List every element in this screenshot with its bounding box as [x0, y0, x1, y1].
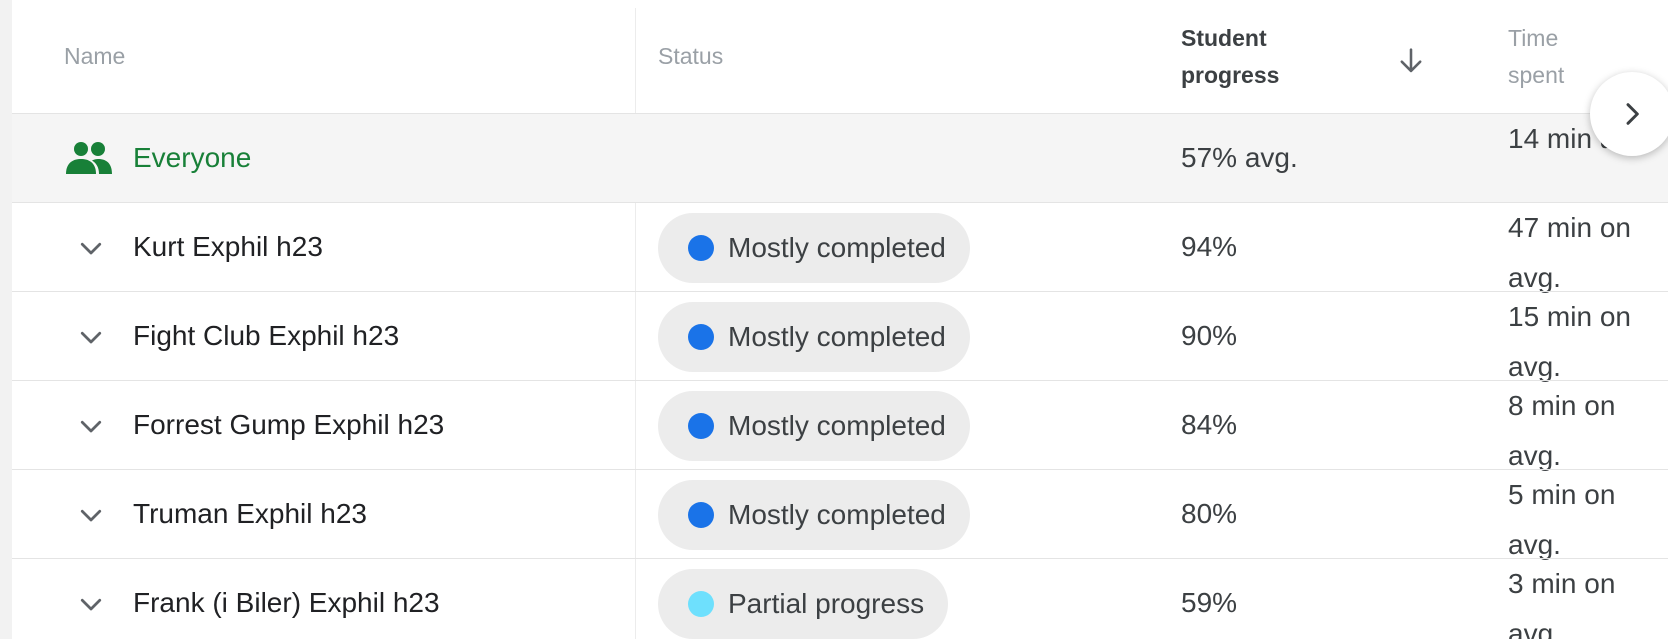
table-row[interactable]: Frank (i Biler) Exphil h23 Partial progr…	[12, 558, 1668, 639]
chevron-down-icon[interactable]	[76, 233, 106, 263]
status-label: Mostly completed	[728, 499, 946, 530]
student-progress: 90%	[1181, 320, 1238, 351]
table-header: Name Status Student progress Time spent	[12, 0, 1668, 113]
status-chip: Mostly completed	[658, 391, 970, 461]
table-row[interactable]: Forrest Gump Exphil h23 Mostly completed…	[12, 380, 1668, 471]
status-label: Mostly completed	[728, 232, 946, 263]
class-name: Fight Club Exphil h23	[133, 320, 400, 351]
chevron-down-icon[interactable]	[76, 589, 106, 619]
time-spent: 15 min on avg.	[1508, 301, 1631, 382]
status-dot	[688, 413, 714, 439]
time-spent: 5 min on avg.	[1508, 479, 1616, 560]
status-label: Mostly completed	[728, 321, 946, 352]
table-row[interactable]: Truman Exphil h23 Mostly completed 80% 5…	[12, 469, 1668, 560]
everyone-label: Everyone	[133, 142, 252, 173]
status-chip: Mostly completed	[658, 213, 970, 283]
group-icon	[66, 142, 112, 174]
column-header-status[interactable]: Status	[658, 38, 723, 75]
student-progress: 80%	[1181, 498, 1238, 529]
chevron-down-icon[interactable]	[76, 500, 106, 530]
status-dot	[688, 502, 714, 528]
class-name: Kurt Exphil h23	[133, 231, 323, 262]
class-name: Truman Exphil h23	[133, 498, 367, 529]
status-label: Mostly completed	[728, 410, 946, 441]
scroll-right-button[interactable]	[1590, 72, 1668, 156]
table-row[interactable]: Fight Club Exphil h23 Mostly completed 9…	[12, 291, 1668, 382]
time-spent: 47 min on avg.	[1508, 212, 1631, 293]
everyone-progress: 57% avg.	[1181, 142, 1298, 173]
student-progress: 84%	[1181, 409, 1238, 440]
status-label: Partial progress	[728, 588, 925, 619]
status-dot	[688, 235, 714, 261]
student-progress: 94%	[1181, 231, 1238, 262]
progress-table: Name Status Student progress Time spent …	[12, 0, 1668, 639]
time-spent: 8 min on avg.	[1508, 390, 1616, 471]
class-name: Forrest Gump Exphil h23	[133, 409, 445, 440]
status-chip: Mostly completed	[658, 302, 970, 372]
column-header-time-spent[interactable]: Time spent	[1508, 20, 1598, 94]
chevron-down-icon[interactable]	[76, 322, 106, 352]
class-name: Frank (i Biler) Exphil h23	[133, 587, 440, 618]
status-dot	[688, 591, 714, 617]
chevron-down-icon[interactable]	[76, 411, 106, 441]
student-progress: 59%	[1181, 587, 1238, 618]
status-dot	[688, 324, 714, 350]
chevron-right-icon	[1626, 103, 1639, 125]
status-chip: Partial progress	[658, 569, 949, 639]
column-header-student-progress[interactable]: Student progress	[1181, 20, 1321, 94]
time-spent: 3 min on avg.	[1508, 568, 1616, 639]
arrow-down-icon[interactable]	[1394, 44, 1428, 78]
column-header-name[interactable]: Name	[64, 38, 125, 75]
table-row[interactable]: Kurt Exphil h23 Mostly completed 94% 47 …	[12, 202, 1668, 293]
status-chip: Mostly completed	[658, 480, 970, 550]
everyone-row[interactable]: Everyone 57% avg. 14 min avg.	[12, 113, 1668, 203]
